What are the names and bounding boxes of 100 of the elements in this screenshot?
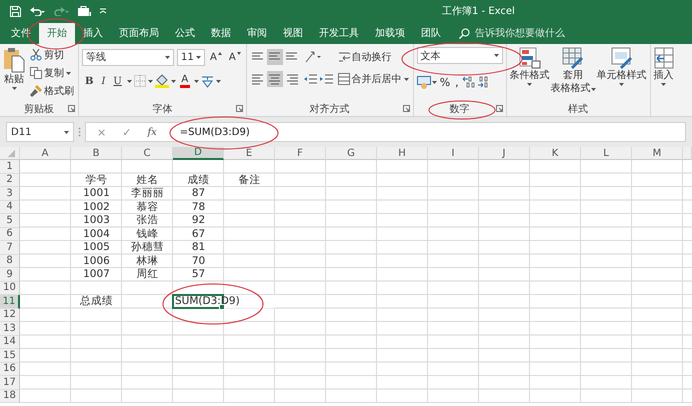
insert-button[interactable]: 插入 [654,47,674,116]
table-cell-text: 57 [190,268,206,280]
dialog-launcher-icon[interactable] [402,105,410,112]
table-cell-text: 李丽丽 [130,187,165,200]
column-header[interactable]: J [479,147,530,160]
row-header[interactable]: 15 [0,349,20,362]
save-icon[interactable] [10,6,21,16]
table-cell-text: 78 [190,200,206,213]
column-header[interactable]: B [71,147,122,160]
caret-icon [148,80,153,82]
caret-icon [196,56,201,58]
table-cell-text: 1004 [82,228,111,240]
row-header[interactable]: 3 [0,187,20,200]
column-header[interactable]: A [20,147,71,160]
column-header[interactable]: F [275,147,326,160]
wrap-text-button[interactable]: 自动换行 [336,49,393,65]
row-header[interactable]: 11 [0,295,20,308]
increase-indent-icon[interactable] [320,73,333,85]
table-cell-text: 1005 [82,241,111,254]
increase-decimal-icon[interactable] [462,76,476,88]
ribbon-tab[interactable]: 开始 [39,23,75,44]
caret-icon [494,54,499,57]
table-cell-text: 慕容 [136,200,160,213]
font-size-field[interactable]: 11 [177,48,205,66]
column-header[interactable]: D [173,147,224,160]
column-header[interactable]: I [428,147,479,160]
ribbon-tab[interactable]: 数据 [203,23,239,44]
row-header[interactable]: 1 [0,160,20,174]
tell-me-field[interactable]: 告诉我你想要做什么 [475,28,605,39]
row-header[interactable]: 17 [0,376,20,390]
format-painter-button[interactable]: 格式刷 [29,83,75,99]
ribbon-tab[interactable]: 团队 [413,23,449,44]
row-header[interactable]: 6 [0,228,20,241]
cell-styles-button[interactable]: 单元格样式 [596,47,647,101]
row-header[interactable]: 2 [0,174,20,187]
undo-icon[interactable] [30,6,45,16]
column-header[interactable]: M [632,147,683,160]
ribbon-tab[interactable]: 视图 [275,23,311,44]
font-name-field[interactable]: 等线 [82,48,174,66]
dialog-launcher-icon[interactable] [236,105,243,112]
ribbon-tab[interactable]: 开发工具 [311,23,367,44]
cut-button[interactable]: 剪切 [29,47,75,63]
ribbon-tab[interactable]: 页面布局 [111,23,167,44]
formula-field[interactable]: × ✓ fx =SUM(D3:D9) [85,122,686,142]
row-header[interactable]: 5 [0,214,20,228]
annotation-ellipse [428,100,496,120]
column-header[interactable]: K [530,147,581,160]
fill-color-icon[interactable] [154,74,169,88]
caret-icon [661,83,666,86]
phonetic-icon[interactable] [200,74,214,88]
column-header[interactable]: G [326,147,377,160]
row-header[interactable]: 7 [0,241,20,254]
name-box[interactable]: D11 [6,122,74,142]
briefcase-icon[interactable] [78,6,91,16]
row-header[interactable]: 10 [0,282,20,295]
column-header[interactable]: C [122,147,173,160]
number-format-field[interactable]: 文本 [416,47,503,64]
clipboard-icon [3,47,25,73]
grow-font-button[interactable]: A [208,52,224,62]
ribbon-tab[interactable]: 审阅 [239,23,275,44]
ribbon-tab[interactable]: 公式 [167,23,203,44]
table-cell-text: 姓名 [136,174,160,186]
comma-style-button[interactable]: , [453,76,461,88]
currency-icon[interactable] [416,76,431,88]
drag-handle-icon[interactable] [78,127,81,137]
dialog-launcher-icon[interactable] [496,105,503,112]
table-cell-text: 林琳 [136,254,160,267]
column-header[interactable]: H [377,147,428,160]
group-label: 字体 [152,102,172,116]
row-header[interactable]: 8 [0,254,20,268]
row-header[interactable]: 9 [0,268,20,282]
decrease-indent-icon[interactable] [304,73,317,85]
percent-button[interactable]: % [438,76,452,88]
dialog-launcher-icon[interactable] [68,105,75,112]
row-header[interactable]: 14 [0,336,20,349]
conditional-format-button[interactable]: 条件格式 [510,47,550,101]
paste-button[interactable]: 粘贴 [3,47,25,101]
format-as-table-button[interactable]: 套用 表格格式 [550,47,596,101]
middle-align-icon[interactable] [266,49,283,65]
row-header[interactable]: 18 [0,390,20,403]
font-color-button[interactable]: A [178,74,192,88]
row-header[interactable]: 12 [0,308,20,322]
bold-button[interactable]: B [82,76,96,86]
copy-button[interactable]: 复制 [29,65,75,81]
underline-button[interactable]: U [110,76,125,86]
row-header[interactable]: 4 [0,200,20,214]
caret-icon [126,80,132,82]
row-header[interactable]: 16 [0,362,20,376]
center-align-icon[interactable] [266,71,283,87]
caret-icon [194,80,199,82]
row-header[interactable]: 13 [0,322,20,336]
italic-button[interactable]: I [98,76,108,86]
ribbon-tab[interactable]: 加载项 [367,23,413,44]
column-header[interactable]: L [581,147,632,160]
orientation-icon[interactable] [304,50,322,64]
customize-icon[interactable] [100,8,106,14]
insert-function-button[interactable]: fx [144,126,160,138]
column-header[interactable]: E [224,147,275,160]
merge-center-button[interactable]: 合并后居中 [336,71,410,87]
shrink-font-button[interactable]: A [226,52,243,62]
